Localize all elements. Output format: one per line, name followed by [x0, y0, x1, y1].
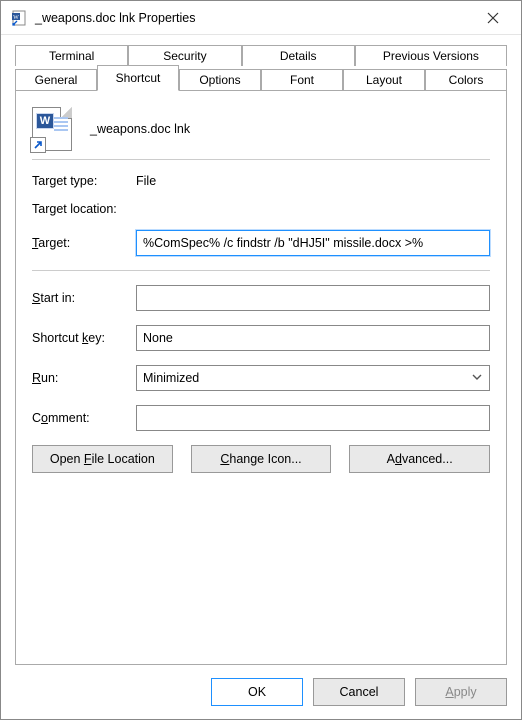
titlebar: W _weapons.doc lnk Properties [1, 1, 521, 35]
tab-details[interactable]: Details [242, 45, 355, 66]
word-shortcut-icon: W [11, 10, 27, 26]
svg-text:W: W [13, 15, 19, 21]
tab-colors[interactable]: Colors [425, 69, 507, 90]
comment-label: Comment: [32, 411, 136, 425]
start-in-label: Start in: [32, 291, 136, 305]
properties-dialog: W _weapons.doc lnk Properties Terminal S… [0, 0, 522, 720]
run-combobox[interactable]: Minimized [136, 365, 490, 391]
run-value: Minimized [143, 371, 199, 385]
tab-terminal[interactable]: Terminal [15, 45, 128, 66]
start-in-input[interactable] [136, 285, 490, 311]
tab-previous-versions[interactable]: Previous Versions [355, 45, 507, 66]
run-label: Run: [32, 371, 136, 385]
target-input[interactable] [136, 230, 490, 256]
ok-button[interactable]: OK [211, 678, 303, 706]
separator [32, 159, 490, 160]
separator [32, 270, 490, 271]
target-label: Target: [32, 236, 136, 250]
cancel-button[interactable]: Cancel [313, 678, 405, 706]
advanced-button[interactable]: Advanced... [349, 445, 490, 473]
dialog-footer: OK Cancel Apply [1, 665, 521, 719]
chevron-down-icon [471, 371, 483, 386]
tab-font[interactable]: Font [261, 69, 343, 90]
file-name-label: _weapons.doc lnk [90, 122, 190, 136]
tab-general[interactable]: General [15, 69, 97, 90]
shortcut-key-input[interactable] [136, 325, 490, 351]
window-title: _weapons.doc lnk Properties [35, 11, 471, 25]
open-file-location-button[interactable]: Open File Location [32, 445, 173, 473]
apply-button[interactable]: Apply [415, 678, 507, 706]
file-icon: W [32, 107, 72, 151]
tab-layout[interactable]: Layout [343, 69, 425, 90]
tab-options[interactable]: Options [179, 69, 261, 90]
shortcut-arrow-icon [30, 137, 46, 153]
shortcut-key-label: Shortcut key: [32, 331, 136, 345]
close-button[interactable] [471, 3, 515, 33]
tab-shortcut[interactable]: Shortcut [97, 65, 179, 91]
target-type-value: File [136, 174, 156, 188]
tab-security[interactable]: Security [128, 45, 241, 66]
comment-input[interactable] [136, 405, 490, 431]
content-area: Terminal Security Details Previous Versi… [1, 35, 521, 665]
tab-strip: Terminal Security Details Previous Versi… [15, 45, 507, 90]
target-type-label: Target type: [32, 174, 136, 188]
change-icon-button[interactable]: Change Icon... [191, 445, 332, 473]
close-icon [487, 12, 499, 24]
shortcut-panel: W _weapons.doc lnk Target type: File Tar… [15, 90, 507, 665]
target-location-label: Target location: [32, 202, 136, 216]
